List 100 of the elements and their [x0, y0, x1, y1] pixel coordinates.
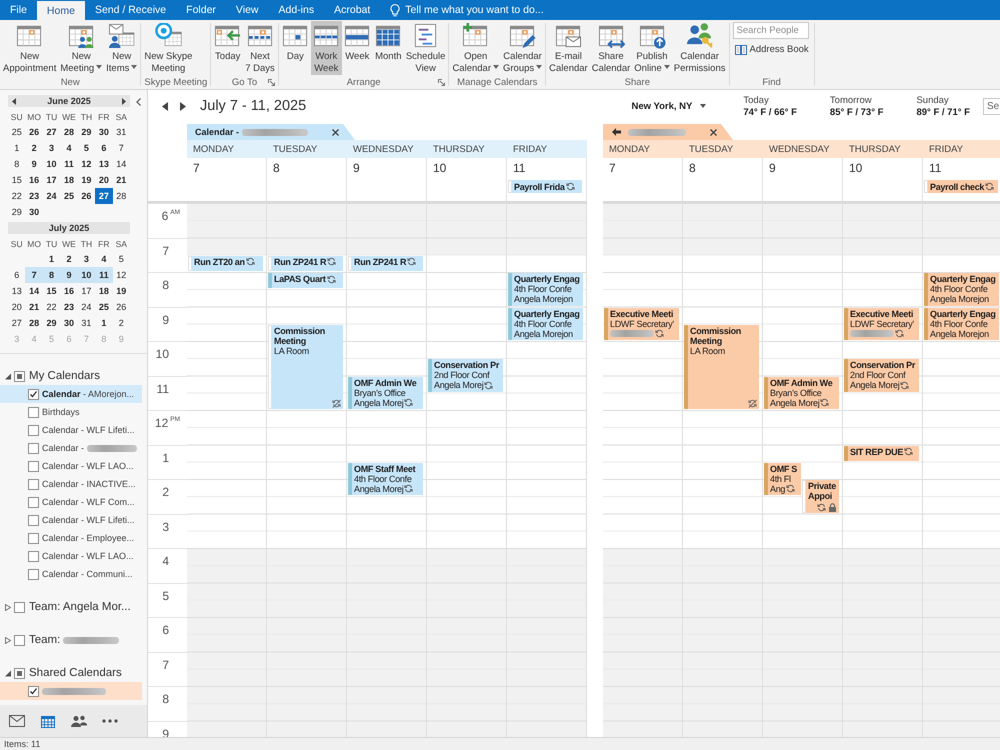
calendar-event[interactable]: Conservation Pr 2nd Floor Conf Angela Morej — [844, 359, 919, 392]
calendar-day[interactable]: 20 — [95, 172, 113, 188]
ribbon-button[interactable]: New Skype Meeting — [142, 21, 194, 75]
checkbox[interactable] — [28, 388, 39, 400]
triangle-icon[interactable] — [5, 372, 11, 380]
tell-me-field[interactable]: Tell me what you want to do... — [405, 3, 578, 17]
calendar-day[interactable]: 9 — [60, 267, 78, 283]
calendar-day[interactable]: 11 — [95, 267, 113, 283]
ribbon-button[interactable]: Month — [372, 21, 404, 75]
checkbox[interactable] — [28, 424, 39, 436]
close-icon[interactable] — [332, 128, 340, 136]
ribbon-button[interactable]: Publish Online — [632, 21, 672, 75]
ribbon-button[interactable]: Schedule View — [404, 21, 448, 75]
calendar-list-item[interactable]: Calendar - WLF Lifeti... — [0, 421, 142, 439]
ribbon-button[interactable]: Today — [212, 21, 244, 75]
folder-group-label[interactable]: Shared Calendars — [29, 667, 122, 679]
calendar-event[interactable]: OMF S 4th Fl Ang — [764, 462, 801, 496]
checkbox[interactable] — [14, 668, 25, 678]
calendar-day[interactable]: 8 — [42, 267, 60, 283]
ribbon-button[interactable]: New Appointment — [1, 21, 58, 75]
calendar-day[interactable]: 2 — [25, 140, 43, 156]
ribbon-tab[interactable]: File — [0, 0, 37, 20]
calendar-day[interactable]: 18 — [60, 172, 78, 188]
calendar-day[interactable]: 17 — [42, 172, 60, 188]
mail-icon[interactable] — [8, 715, 24, 727]
calendar-day[interactable]: 13 — [95, 156, 113, 172]
calendar-day[interactable]: 22 — [42, 299, 60, 315]
calendar-day[interactable]: 7 — [112, 140, 130, 156]
calendar-event[interactable]: Executive Meeti LDWF Secretary’ — [844, 308, 919, 340]
calendar-day[interactable]: 26 — [112, 299, 130, 315]
triangle-icon[interactable] — [5, 636, 11, 644]
calendar-event[interactable]: Quarterly Engag 4th Floor Confe Angela Morejon — [508, 308, 583, 340]
ribbon-tab[interactable]: Acrobat — [324, 0, 380, 20]
ribbon-button[interactable]: New Meeting — [58, 21, 104, 75]
calendar-event[interactable]: Quarterly Engag 4th Floor Confe Angela Morejon — [924, 308, 999, 340]
calendar-event[interactable]: Commission Meeting LA Room — [268, 324, 343, 409]
calendar-day[interactable]: 25 — [95, 299, 113, 315]
calendar-day[interactable]: 10 — [42, 156, 60, 172]
calendar-tab[interactable]: Calendar - — [187, 124, 356, 140]
calendar-day[interactable]: 12 — [78, 156, 96, 172]
calendar-day[interactable]: 27 — [8, 315, 26, 331]
ribbon-button[interactable]: Week — [342, 21, 373, 75]
calendar-list-item[interactable]: Calendar - Employee... — [0, 529, 142, 547]
calendar-event[interactable]: Quarterly Engag 4th Floor Confe Angela Morejon — [508, 273, 583, 306]
calendar-event[interactable]: Commission Meeting LA Room — [684, 324, 759, 409]
left-arrow-icon[interactable] — [612, 128, 621, 136]
calendar-event[interactable]: LaPAS Quart — [268, 273, 343, 288]
calendar-day[interactable]: 29 — [42, 315, 60, 331]
calendar-list-item[interactable]: Calendar - WLF LAO... — [0, 547, 142, 565]
left-triangle-icon[interactable] — [162, 102, 168, 110]
ribbon-button[interactable]: Open Calendar — [450, 21, 501, 75]
ribbon-button[interactable]: Work Week — [310, 21, 342, 75]
calendar-day[interactable]: 21 — [112, 172, 130, 188]
calendar-day[interactable]: 10 — [78, 267, 96, 283]
calendar-day[interactable]: 1 — [8, 140, 26, 156]
calendar-day[interactable]: 14 — [112, 156, 130, 172]
folder-group-label[interactable]: Team: Angela Mor... — [29, 601, 131, 613]
calendar-day[interactable]: 12 — [112, 267, 130, 283]
checkbox[interactable] — [28, 496, 39, 508]
calendar-day[interactable]: 16 — [60, 283, 78, 299]
calendar-day[interactable]: 25 — [60, 188, 78, 204]
checkbox[interactable] — [28, 550, 39, 562]
checkbox[interactable] — [14, 370, 25, 382]
ribbon-button[interactable]: Share Calendar — [590, 21, 632, 75]
calendar-day[interactable]: 7 — [25, 267, 43, 283]
calendar-day[interactable]: 5 — [78, 140, 96, 156]
calendar-day[interactable]: 2 — [112, 315, 130, 331]
calendar-day[interactable]: 4 — [60, 140, 78, 156]
calendar-day[interactable]: 18 — [95, 283, 113, 299]
people-icon[interactable] — [70, 715, 86, 727]
calendar-list-item[interactable]: Calendar - AMorejon... — [0, 385, 142, 403]
calendar-day[interactable]: 19 — [112, 283, 130, 299]
calendar-day[interactable]: 19 — [78, 172, 96, 188]
calendar-day[interactable]: 24 — [78, 299, 96, 315]
calendar-day[interactable]: 24 — [42, 188, 60, 204]
checkbox[interactable] — [28, 514, 39, 526]
calendar-list-item[interactable]: Calendar - WLF Com... — [0, 493, 142, 511]
launcher-icon[interactable] — [438, 78, 446, 86]
checkbox[interactable] — [28, 568, 39, 580]
calendar-day[interactable]: 29 — [8, 204, 26, 220]
checkbox[interactable] — [28, 442, 39, 454]
calendar-event[interactable]: Private Appoi — [802, 480, 839, 512]
all-day-event[interactable]: Payroll Frida — [508, 180, 582, 193]
calendar-day[interactable]: 1 — [95, 315, 113, 331]
calendar-day[interactable]: 25 — [8, 124, 26, 140]
calendar-event[interactable]: Run ZP241 R — [268, 256, 343, 271]
ribbon-button[interactable]: Calendar Permissions — [672, 21, 728, 75]
calendar-day[interactable]: 27 — [42, 124, 60, 140]
calendar-day[interactable]: 23 — [60, 299, 78, 315]
checkbox[interactable] — [14, 634, 25, 646]
calendar-day[interactable]: 11 — [60, 156, 78, 172]
calendar-day[interactable]: 20 — [8, 299, 26, 315]
calendar-day[interactable]: 4 — [95, 251, 113, 267]
calendar-day[interactable]: 29 — [78, 124, 96, 140]
checkbox[interactable] — [28, 406, 39, 418]
triangle-icon[interactable] — [5, 670, 11, 676]
all-day-event[interactable]: Payroll check — [924, 180, 998, 193]
calendar-list-item[interactable]: Calendar - Communi... — [0, 565, 142, 583]
folder-group-label[interactable]: Team: — [29, 634, 60, 646]
calendar-day[interactable]: 14 — [25, 283, 43, 299]
